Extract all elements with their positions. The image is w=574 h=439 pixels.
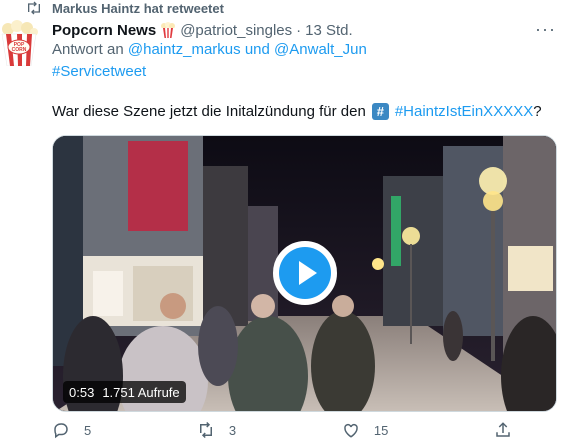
tweet-header: Popcorn News @patriot_singles · 13 Std. … bbox=[52, 19, 560, 41]
reply-prefix: Antwort an bbox=[52, 41, 128, 58]
keycap-hash-icon: # bbox=[371, 103, 389, 120]
video-duration: 0:53 bbox=[69, 384, 95, 400]
popcorn-emoji-icon bbox=[160, 22, 176, 38]
author-handle[interactable]: @patriot_singles bbox=[180, 22, 292, 39]
more-options-icon[interactable]: ··· bbox=[535, 19, 556, 40]
tweet-text: War diese Szene jetzt die Initalzündung … bbox=[52, 103, 542, 120]
heart-icon bbox=[342, 421, 360, 439]
reply-conjunction[interactable]: und bbox=[241, 41, 274, 58]
tweet-suffix: ? bbox=[533, 103, 542, 120]
timestamp[interactable]: 13 Std. bbox=[305, 22, 353, 39]
hashtag-link[interactable]: #Servicetweet bbox=[52, 63, 146, 80]
display-name[interactable]: Popcorn News bbox=[52, 22, 156, 39]
retweet-count: 3 bbox=[228, 422, 237, 438]
video-views: 1.751 Aufrufe bbox=[102, 384, 180, 400]
mention-link[interactable]: @haintz_markus bbox=[128, 41, 241, 58]
popcorn-bucket-icon: POP CORN bbox=[1, 20, 38, 66]
separator-dot: · bbox=[296, 21, 302, 39]
avatar[interactable]: POP CORN bbox=[0, 20, 38, 66]
video-info-badge: 0:53 1.751 Aufrufe bbox=[63, 381, 186, 403]
share-icon bbox=[494, 421, 512, 439]
svg-text:CORN: CORN bbox=[12, 47, 27, 53]
reply-count: 5 bbox=[84, 422, 92, 438]
play-button[interactable] bbox=[273, 241, 337, 305]
like-count: 15 bbox=[373, 422, 389, 438]
reply-icon bbox=[52, 421, 70, 439]
play-icon bbox=[279, 247, 331, 299]
retweet-icon bbox=[197, 421, 215, 439]
video-player[interactable]: 0:53 1.751 Aufrufe bbox=[52, 135, 557, 412]
mention-link[interactable]: @Anwalt_Jun bbox=[274, 41, 367, 58]
hashtag-link[interactable]: #HaintzIstEinXXXXX bbox=[395, 103, 533, 120]
retweet-label: Markus Haintz hat retweetet bbox=[52, 0, 224, 16]
reply-context: Antwort an @haintz_markus und @Anwalt_Ju… bbox=[52, 41, 367, 58]
retweet-icon bbox=[26, 1, 42, 15]
tweet-body: War diese Szene jetzt die Initalzündung … bbox=[52, 103, 366, 120]
retweet-context[interactable]: Markus Haintz hat retweetet bbox=[26, 0, 224, 16]
